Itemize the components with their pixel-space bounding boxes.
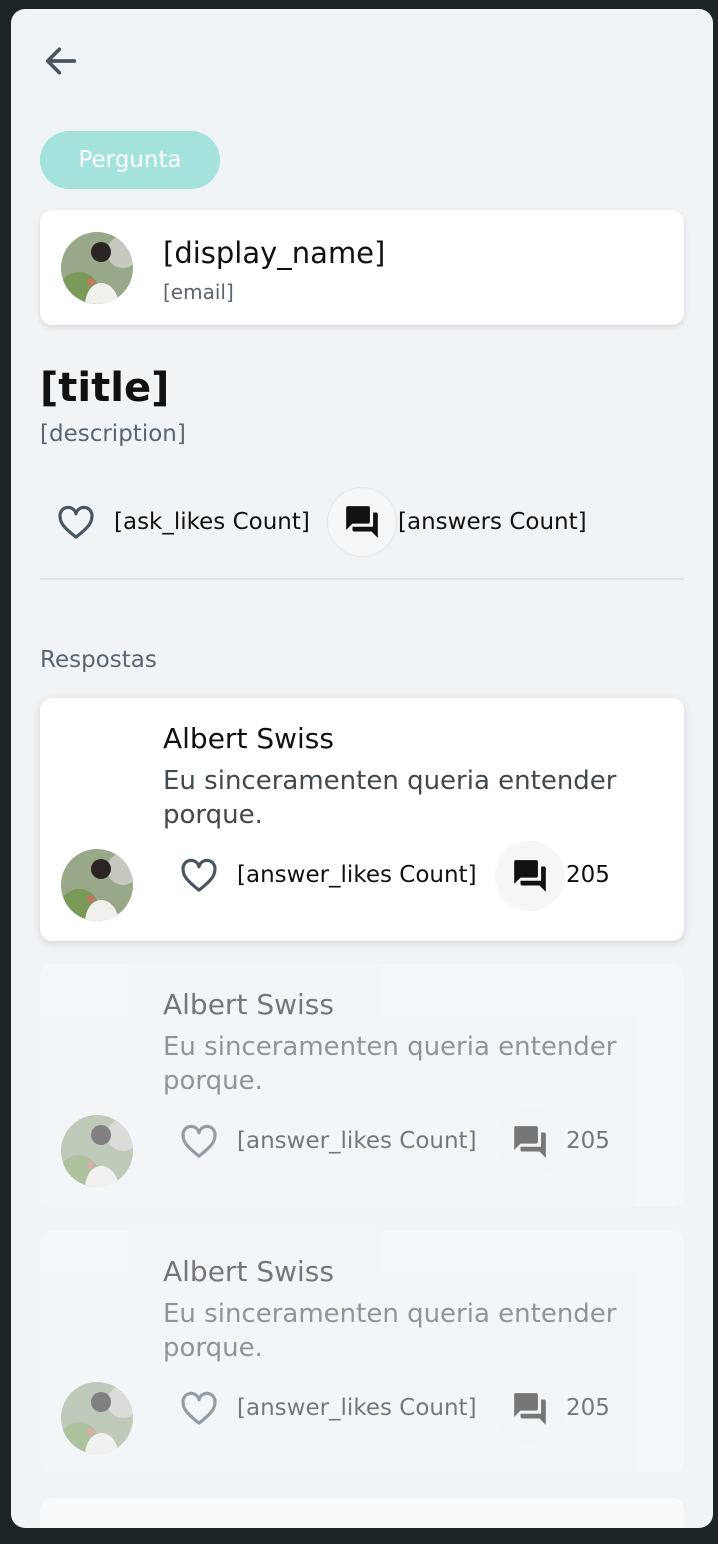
answer-author-name: Albert Swiss (163, 1255, 334, 1288)
type-chip: Pergunta (40, 131, 220, 189)
answers-section-title: Respostas (40, 647, 157, 673)
forum-icon (514, 860, 546, 892)
answer-author-name: Albert Swiss (163, 722, 334, 755)
answer-comments-count: 205 (566, 862, 610, 888)
answer-avatar (61, 1115, 133, 1187)
question-like-button[interactable] (50, 497, 102, 549)
heart-icon (181, 1391, 217, 1425)
back-button[interactable] (35, 35, 87, 87)
question-stats: [ask_likes Count] [answers Count] (40, 487, 690, 557)
answer-avatar (61, 849, 133, 921)
question-description: [description] (40, 421, 186, 447)
answer-likes-count: [answer_likes Count] (237, 862, 477, 888)
answer-like-button[interactable] (173, 850, 225, 902)
question-answers-button[interactable] (327, 487, 397, 557)
question-likes-count: [ask_likes Count] (114, 509, 310, 535)
answer-card-partial (40, 1498, 684, 1528)
author-name: [display_name] (163, 236, 386, 270)
author-email: [email] (163, 280, 234, 304)
answer-text: Eu sinceramenten queria entender porque. (163, 1032, 617, 1096)
forum-icon (346, 506, 378, 538)
divider (40, 578, 684, 580)
heart-icon (58, 505, 94, 539)
answer-comments-count: 205 (566, 1128, 610, 1154)
question-answers-count: [answers Count] (398, 509, 587, 535)
answer-card[interactable]: Albert Swiss Eu sinceramenten queria ent… (40, 1231, 684, 1474)
answer-likes-count: [answer_likes Count] (237, 1128, 477, 1154)
answer-avatar (61, 1382, 133, 1454)
answer-likes-count: [answer_likes Count] (237, 1395, 477, 1421)
screen: Pergunta [display_name] [email] [title] … (11, 9, 713, 1528)
heart-icon (181, 1124, 217, 1158)
author-avatar (61, 232, 133, 304)
answer-comments-button[interactable] (495, 1374, 565, 1444)
answer-card[interactable]: Albert Swiss Eu sinceramenten queria ent… (40, 698, 684, 941)
answer-text: Eu sinceramenten queria entender porque. (163, 766, 617, 830)
answer-like-button[interactable] (173, 1116, 225, 1168)
answer-text: Eu sinceramenten queria entender porque. (163, 1299, 617, 1363)
question-title: [title] (40, 365, 170, 411)
author-card[interactable]: [display_name] [email] (40, 210, 684, 325)
arrow-left-icon (45, 47, 77, 75)
answer-like-button[interactable] (173, 1383, 225, 1435)
answer-comments-button[interactable] (495, 1107, 565, 1177)
answer-comments-count: 205 (566, 1395, 610, 1421)
forum-icon (514, 1126, 546, 1158)
forum-icon (514, 1393, 546, 1425)
heart-icon (181, 858, 217, 892)
answer-card[interactable]: Albert Swiss Eu sinceramenten queria ent… (40, 964, 684, 1207)
answer-author-name: Albert Swiss (163, 988, 334, 1021)
answer-comments-button[interactable] (495, 841, 565, 911)
